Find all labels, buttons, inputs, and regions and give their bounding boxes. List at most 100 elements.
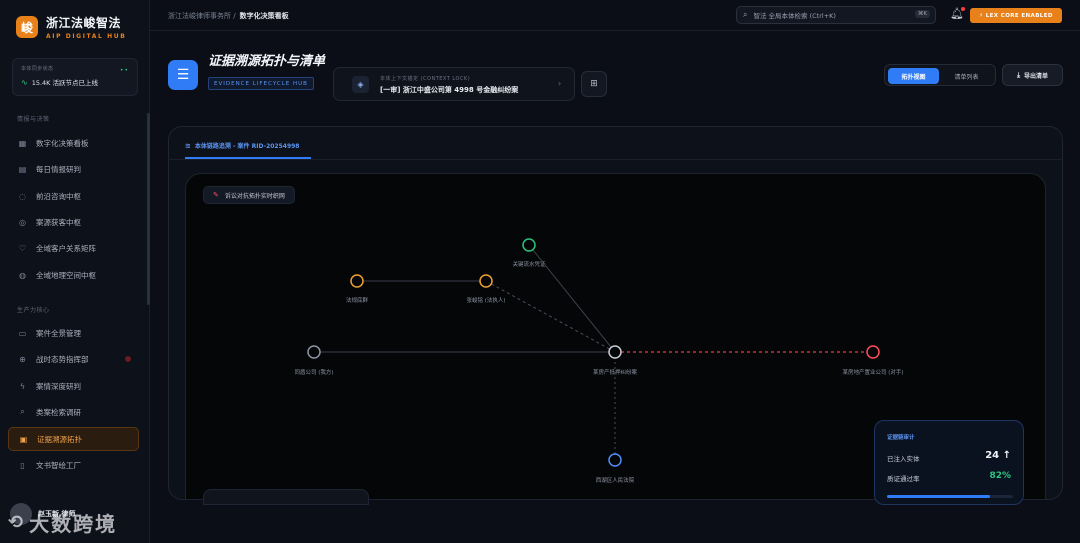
context-label: 本体上下文锚定 (CONTEXT LOCK) bbox=[380, 76, 471, 82]
tab-label: 本体链路追溯 - 案件 RID-20254998 bbox=[194, 143, 300, 150]
watermark-logo-icon: ⟲ bbox=[8, 512, 26, 533]
sidebar-item-evidence[interactable]: ▣ 证据溯源拓扑 bbox=[8, 427, 139, 451]
search-placeholder: 智法 全局本体检索 (Ctrl+K) bbox=[753, 12, 836, 20]
search-icon: ⌕ bbox=[20, 407, 25, 416]
layers-icon: ◈ bbox=[352, 76, 369, 93]
node-our-company: 同盾公司 (我方) bbox=[294, 345, 334, 376]
pen-icon: ✎ bbox=[213, 191, 219, 199]
notification-dot bbox=[961, 7, 965, 11]
audit-title: 证据链审计 bbox=[887, 435, 915, 441]
live-weave-label: 诉讼对抗拓扑实时织网 bbox=[224, 192, 285, 200]
pass-rate-bar bbox=[887, 495, 1013, 498]
folder-button[interactable]: ⊞ bbox=[581, 71, 607, 97]
graph-legend bbox=[203, 489, 369, 505]
context-lock-selector[interactable]: ◈ 本体上下文锚定 (CONTEXT LOCK) [一审] 浙江中盛公司第 49… bbox=[333, 67, 575, 101]
sidebar-item-war-room[interactable]: ⊕ 战时态势指挥部 bbox=[8, 347, 139, 371]
sidebar-item-leads[interactable]: ◎ 案源获客中枢 bbox=[8, 210, 139, 234]
sync-status-label: 本体同步状态 bbox=[21, 66, 54, 72]
sidebar-item-label: 案情深度研判 bbox=[36, 381, 81, 391]
sidebar-item-analysis[interactable]: ϟ 案情深度研判 bbox=[8, 374, 139, 398]
edge-witness-center bbox=[485, 280, 616, 353]
node-court: 西湖区人民法院 bbox=[596, 453, 635, 484]
section-prod-label: 生产力核心 bbox=[17, 307, 50, 314]
sidebar-item-label: 案源获客中枢 bbox=[36, 217, 81, 227]
tab-lineage[interactable]: ≋ 本体链路追溯 - 案件 RID-20254998 bbox=[185, 141, 300, 151]
sidebar-item-label: 证据溯源拓扑 bbox=[37, 434, 82, 444]
sidebar-item-crm[interactable]: ♡ 全域客户关系矩阵 bbox=[8, 236, 139, 260]
sync-status-card: 本体同步状态 •• ∿ 15.4K 活跃节点已上线 bbox=[12, 58, 138, 96]
pass-rate-label: 质证通过率 bbox=[887, 475, 920, 483]
node-witness: 张峻铭 (法执人) bbox=[466, 274, 506, 304]
sidebar-scrollbar[interactable] bbox=[147, 113, 150, 305]
clipboard-icon: ▭ bbox=[18, 328, 27, 338]
sidebar-item-daily-intel[interactable]: ▤ 每日情报研判 bbox=[8, 157, 139, 181]
node-label: 同盾公司 (我方) bbox=[294, 368, 333, 376]
download-icon: ⤓ bbox=[1016, 70, 1021, 79]
sidebar-item-cases[interactable]: ▭ 案件全景管理 bbox=[8, 321, 139, 345]
context-value: [一审] 浙江中盛公司第 4998 号金融纠纷案 bbox=[380, 86, 519, 94]
target-icon: ◎ bbox=[19, 217, 26, 227]
sidebar-item-label: 文书智绘工厂 bbox=[36, 460, 81, 470]
node-label: 西湖区人民法院 bbox=[596, 476, 635, 484]
node-label: 法规底群 bbox=[346, 296, 369, 304]
injected-label: 已注入实体 bbox=[887, 455, 920, 463]
pass-rate-value: 82% bbox=[989, 471, 1011, 481]
sidebar-item-geo[interactable]: ◍ 全域地理空间中枢 bbox=[8, 263, 139, 287]
node-label: 张峻铭 (法执人) bbox=[466, 296, 505, 304]
breadcrumb: 浙江法峻律师事务所 / 数字化决策看板 bbox=[168, 11, 289, 21]
sidebar-item-label: 战时态势指挥部 bbox=[36, 354, 89, 364]
topbar: 浙江法峻律师事务所 / 数字化决策看板 ⌕ 智法 全局本体检索 (Ctrl+K) … bbox=[150, 0, 1080, 31]
node-center-case: 某房产抵押纠纷案 bbox=[593, 345, 638, 376]
pass-rate-fill bbox=[887, 495, 991, 498]
sidebar-item-dashboard[interactable]: ▦ 数字化决策看板 bbox=[8, 131, 139, 155]
brand[interactable]: 峻 浙江法峻智法 AIP DIGITAL HUB bbox=[16, 14, 126, 40]
node-label: 某房地产置业公司 (对手) bbox=[842, 368, 903, 376]
global-search-input[interactable]: ⌕ 智法 全局本体检索 (Ctrl+K) ⌘K bbox=[736, 6, 936, 24]
brand-title: 浙江法峻智法 bbox=[46, 16, 122, 30]
tab-divider bbox=[168, 159, 1063, 160]
brand-logo: 峻 bbox=[16, 16, 38, 38]
page-tag: EVIDENCE LIFECYCLE HUB bbox=[208, 77, 314, 90]
breadcrumb-current: 数字化决策看板 bbox=[239, 12, 289, 20]
injected-value: 24 ↑ bbox=[985, 450, 1011, 461]
node-legal-rep: 法规底群 bbox=[346, 274, 369, 304]
node-label: 某房产抵押纠纷案 bbox=[593, 368, 638, 376]
brand-subtitle: AIP DIGITAL HUB bbox=[46, 33, 127, 40]
sidebar-item-label: 全域客户关系矩阵 bbox=[36, 243, 96, 253]
watermark: ⟲ 大数跨境 bbox=[8, 508, 117, 537]
sidebar-item-label: 案件全景管理 bbox=[36, 328, 81, 338]
bolt-icon: ϟ bbox=[19, 381, 26, 391]
pulse-icon: ∿ bbox=[21, 77, 28, 87]
list-view-button[interactable]: 清单列表 bbox=[941, 68, 992, 84]
layers-icon: ≋ bbox=[185, 141, 191, 150]
sidebar-item-label: 前沿咨询中枢 bbox=[36, 191, 81, 201]
sidebar-item-documents[interactable]: ▯ 文书智绘工厂 bbox=[8, 453, 139, 477]
tab-underline bbox=[185, 157, 311, 159]
live-weave-badge: ✎ 诉讼对抗拓扑实时织网 bbox=[203, 186, 295, 204]
evidence-audit-card: 证据链审计 已注入实体 24 ↑ 质证通过率 82% bbox=[874, 420, 1024, 505]
chevron-right-icon: › bbox=[558, 79, 562, 88]
breadcrumb-parent[interactable]: 浙江法峻律师事务所 / bbox=[168, 12, 236, 20]
export-button[interactable]: ⤓ 导出清单 bbox=[1002, 64, 1063, 86]
node-label: 关键流水凭证 bbox=[512, 260, 546, 268]
evidence-list-icon: ☰ bbox=[168, 60, 198, 90]
sidebar-item-label: 全域地理空间中枢 bbox=[36, 270, 96, 280]
search-icon: ⌕ bbox=[743, 10, 748, 19]
sidebar-item-consult[interactable]: ◌ 前沿咨询中枢 bbox=[8, 184, 139, 208]
node-bank-flow: 关键流水凭证 bbox=[512, 238, 546, 268]
chat-icon: ◌ bbox=[19, 191, 26, 201]
sync-status-text: 15.4K 活跃节点已上线 bbox=[31, 79, 99, 87]
sidebar-item-case-search[interactable]: ⌕ 类案检索调研 bbox=[8, 400, 139, 424]
view-toggle: 拓扑视图 清单列表 bbox=[884, 64, 996, 86]
topology-view-button[interactable]: 拓扑视图 bbox=[888, 68, 939, 84]
sidebar-item-label: 每日情报研判 bbox=[36, 164, 81, 174]
folder-icon: ⊞ bbox=[590, 79, 598, 89]
page-title: 证据溯源拓扑与清单 bbox=[208, 54, 326, 69]
notification-dot bbox=[125, 356, 131, 362]
evidence-icon: ▣ bbox=[19, 434, 28, 444]
shortcut-hint: ⌘K bbox=[914, 10, 930, 18]
lex-core-badge[interactable]: ⚡ LEX CORE ENABLED bbox=[970, 8, 1062, 23]
node-opponent: 某房地产置业公司 (对手) bbox=[842, 345, 904, 376]
export-label: 导出清单 bbox=[1024, 72, 1049, 80]
status-dots: •• bbox=[119, 67, 129, 74]
